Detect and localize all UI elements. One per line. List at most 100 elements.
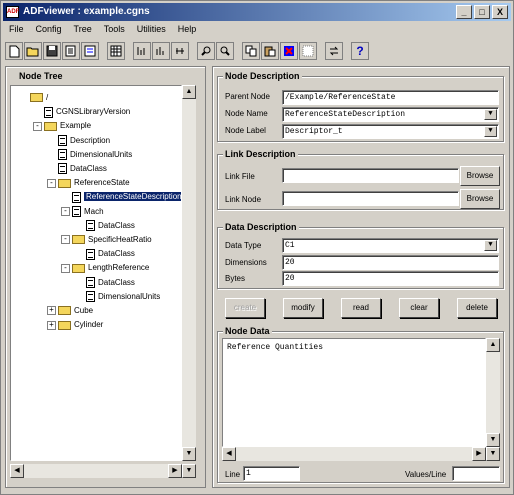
- paste-icon[interactable]: [261, 42, 279, 60]
- scroll-up-icon[interactable]: ▲: [182, 85, 196, 99]
- maximize-button[interactable]: □: [474, 5, 490, 19]
- grid-view-icon[interactable]: [107, 42, 125, 60]
- document-icon: [58, 149, 67, 161]
- tree-node[interactable]: DataClass: [75, 248, 135, 260]
- delete-node-icon[interactable]: [280, 42, 298, 60]
- tree-node[interactable]: - Example: [33, 120, 91, 132]
- tree-node[interactable]: DimensionalUnits: [47, 149, 132, 161]
- dimensions-field[interactable]: 20: [282, 255, 499, 270]
- tree-vertical-scrollbar[interactable]: ▲ ▼: [182, 85, 196, 461]
- scroll-right-icon[interactable]: ▶: [472, 447, 486, 461]
- link-file-browse-button[interactable]: Browse: [460, 166, 500, 186]
- collapse-icon[interactable]: -: [61, 235, 70, 245]
- scroll-right-icon[interactable]: ▶: [168, 464, 182, 478]
- menu-file[interactable]: File: [3, 22, 30, 38]
- node-label-select[interactable]: Descriptor_t ▼: [282, 124, 499, 139]
- node-name-value: ReferenceStateDescription: [285, 110, 406, 119]
- node-label-value: Descriptor_t: [285, 127, 343, 136]
- tree-node[interactable]: ReferenceStateDescription: [61, 191, 181, 203]
- modify-button[interactable]: modify: [283, 298, 323, 318]
- refresh-icon[interactable]: [325, 42, 343, 60]
- open-folder-icon[interactable]: [24, 42, 42, 60]
- link-file-field[interactable]: [282, 168, 459, 183]
- chevron-down-icon[interactable]: ▼: [484, 109, 497, 120]
- sort-descending-icon[interactable]: [152, 42, 170, 60]
- find-next-icon[interactable]: [216, 42, 234, 60]
- scroll-down-icon[interactable]: ▼: [182, 447, 196, 461]
- help-icon[interactable]: ?: [351, 42, 369, 60]
- scroll-left-icon[interactable]: ◀: [222, 447, 236, 461]
- toolbar: ?: [5, 40, 511, 62]
- link-icon[interactable]: [299, 42, 317, 60]
- menu-tree[interactable]: Tree: [68, 22, 98, 38]
- folder-icon: [58, 320, 71, 330]
- values-per-line-label: Values/Line: [405, 470, 447, 479]
- node-tree[interactable]: / CGNSLibraryVersion - Example Description Di…: [10, 85, 182, 461]
- tree-node[interactable]: DataClass: [75, 220, 135, 232]
- menu-config[interactable]: Config: [30, 22, 68, 38]
- tree-node-label: Mach: [84, 206, 104, 216]
- scroll-end-icon[interactable]: ▼: [486, 447, 500, 461]
- node-data-textarea[interactable]: Reference Quantities: [222, 338, 486, 447]
- tree-node[interactable]: - SpecificHeatRatio: [61, 234, 152, 246]
- scroll-left-icon[interactable]: ◀: [10, 464, 24, 478]
- scroll-up-icon[interactable]: ▲: [486, 338, 500, 352]
- expand-icon[interactable]: +: [47, 320, 56, 330]
- create-button[interactable]: create: [225, 298, 265, 318]
- tree-node[interactable]: - LengthReference: [61, 262, 149, 274]
- search-icon[interactable]: [197, 42, 215, 60]
- scroll-end-icon[interactable]: ▼: [182, 464, 196, 478]
- save-icon[interactable]: [43, 42, 61, 60]
- tree-node[interactable]: + Cube: [47, 305, 93, 317]
- bytes-field[interactable]: 20: [282, 271, 499, 286]
- tree-node[interactable]: DataClass: [75, 276, 135, 289]
- tree-node-label: CGNSLibraryVersion: [56, 107, 131, 117]
- tree-node-label: Cube: [74, 306, 94, 315]
- values-per-line-field[interactable]: [452, 466, 500, 481]
- minimize-button[interactable]: _: [456, 5, 472, 19]
- tree-node[interactable]: + Cylinder: [47, 319, 103, 331]
- collapse-icon[interactable]: -: [61, 263, 70, 273]
- copy-icon[interactable]: [242, 42, 260, 60]
- link-node-browse-button[interactable]: Browse: [460, 189, 500, 209]
- chevron-down-icon[interactable]: ▼: [484, 126, 497, 137]
- collapse-icon[interactable]: -: [47, 178, 56, 188]
- data-type-select[interactable]: C1 ▼: [282, 238, 499, 253]
- new-file-icon[interactable]: [5, 42, 23, 60]
- number-icon[interactable]: [171, 42, 189, 60]
- tree-node[interactable]: Description: [47, 134, 110, 147]
- save-as-icon[interactable]: [62, 42, 80, 60]
- folder-icon: [58, 306, 71, 316]
- sort-ascending-icon[interactable]: [133, 42, 151, 60]
- link-node-label: Link Node: [225, 195, 262, 204]
- tree-node[interactable]: DimensionalUnits: [75, 291, 160, 303]
- close-button[interactable]: X: [492, 5, 508, 19]
- collapse-icon[interactable]: -: [61, 206, 70, 216]
- clear-button[interactable]: clear: [399, 298, 439, 318]
- document-icon: [86, 220, 95, 232]
- line-field[interactable]: 1: [243, 466, 300, 481]
- collapse-icon[interactable]: -: [33, 121, 42, 131]
- tree-node[interactable]: - ReferenceState: [47, 177, 130, 189]
- node-data-horizontal-scrollbar[interactable]: ◀ ▶ ▼: [222, 447, 500, 461]
- tree-node[interactable]: DataClass: [47, 163, 107, 175]
- node-tree-title: Node Tree: [17, 71, 65, 81]
- tree-node[interactable]: CGNSLibraryVersion: [33, 106, 130, 118]
- expand-icon[interactable]: +: [47, 306, 56, 316]
- delete-button[interactable]: delete: [457, 298, 497, 318]
- tree-horizontal-scrollbar[interactable]: ◀ ▶ ▼: [10, 464, 196, 478]
- menu-help[interactable]: Help: [172, 22, 203, 38]
- node-name-select[interactable]: ReferenceStateDescription ▼: [282, 107, 499, 122]
- node-data-vertical-scrollbar[interactable]: ▲ ▼: [486, 338, 500, 447]
- tree-node[interactable]: /: [19, 92, 48, 104]
- parent-node-field[interactable]: /Example/ReferenceState: [282, 90, 499, 105]
- scroll-down-icon[interactable]: ▼: [486, 433, 500, 447]
- read-button[interactable]: read: [341, 298, 381, 318]
- menu-tools[interactable]: Tools: [98, 22, 131, 38]
- properties-icon[interactable]: [81, 42, 99, 60]
- link-node-field[interactable]: [282, 191, 459, 206]
- menu-utilities[interactable]: Utilities: [131, 22, 172, 38]
- tree-node[interactable]: - Mach: [61, 205, 104, 218]
- chevron-down-icon[interactable]: ▼: [484, 240, 497, 251]
- title-bar[interactable]: ADF ADFviewer : example.cgns _ □ X: [3, 3, 511, 21]
